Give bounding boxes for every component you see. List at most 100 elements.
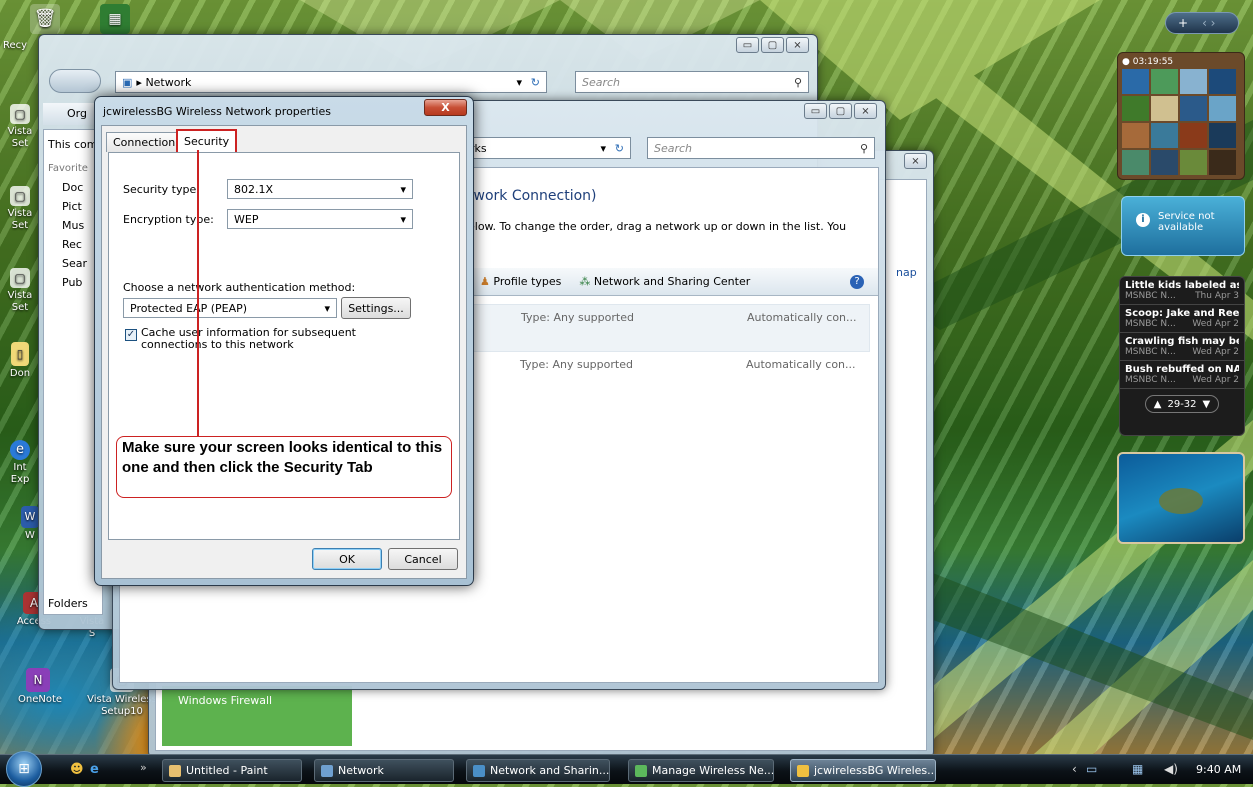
arrow-down-icon[interactable]: ▼: [1203, 399, 1211, 410]
folders-toggle[interactable]: Folders: [48, 597, 88, 610]
annotation-pointer-line: [197, 150, 199, 438]
tray-chevron-icon[interactable]: ‹: [1072, 762, 1077, 776]
search-icon[interactable]: ⚲: [860, 142, 868, 155]
pager-text: 29-32: [1167, 398, 1197, 410]
chevron-right-icon[interactable]: »: [140, 761, 147, 774]
word-icon[interactable]: W W: [20, 506, 40, 542]
close-icon[interactable]: ⨯: [786, 37, 809, 53]
taskbar-button-properties[interactable]: jcwirelessBG Wireles...: [790, 759, 936, 782]
cancel-button[interactable]: Cancel: [388, 548, 458, 570]
taskbar-button-sharing-center[interactable]: Network and Sharin...: [466, 759, 610, 782]
back-forward-buttons[interactable]: [49, 69, 101, 93]
minimize-icon[interactable]: ▭: [804, 103, 827, 119]
vista-setup-icon-3[interactable]: ▢ Vista Set: [0, 268, 40, 314]
news-pager[interactable]: ▲ 29-32 ▼: [1145, 395, 1219, 413]
dialog-body: Connection Security Security type: 802.1…: [101, 125, 467, 579]
close-button[interactable]: X: [424, 99, 467, 116]
minimize-icon[interactable]: ▭: [736, 37, 759, 53]
security-type-select[interactable]: 802.1X ▾: [227, 179, 413, 199]
search-icon[interactable]: ⚲: [794, 76, 802, 89]
news-headline: Bush rebuffed on NA...: [1125, 364, 1239, 375]
close-icon[interactable]: ⨯: [854, 103, 877, 119]
chevron-down-icon[interactable]: ▾: [600, 142, 606, 155]
taskbar-button-manage-wireless[interactable]: Manage Wireless Ne...: [628, 759, 774, 782]
tab-connection[interactable]: Connection: [106, 132, 183, 152]
internet-explorer-icon[interactable]: e: [90, 762, 99, 777]
taskbar-label: Network and Sharin...: [490, 764, 610, 777]
taskbar-button-network[interactable]: Network: [314, 759, 454, 782]
show-desktop-icon[interactable]: ☻: [70, 762, 84, 777]
tray-network-icon[interactable]: ▦: [1132, 762, 1143, 776]
taskbar-label: Untitled - Paint: [186, 764, 268, 777]
properties-icon: [797, 764, 809, 777]
search-placeholder: Search: [654, 141, 693, 155]
internet-explorer-icon[interactable]: e Int Exp: [0, 440, 40, 486]
network-row[interactable]: Type: Any supported Automatically con...: [460, 304, 870, 352]
network-search-input[interactable]: Search ⚲: [575, 71, 809, 93]
recycle-bin-icon[interactable]: 🗑: [30, 4, 60, 36]
news-headline: Little kids labeled as ...: [1125, 280, 1239, 291]
network-type: Type: Any supported: [520, 358, 633, 371]
network-row[interactable]: Type: Any supported Automatically con...: [460, 352, 870, 392]
sharing-center-button[interactable]: ⁂ Network and Sharing Center: [579, 275, 750, 288]
wireless-icon: [635, 764, 647, 777]
ok-button[interactable]: OK: [312, 548, 382, 570]
news-item[interactable]: Little kids labeled as ...MSNBC N... Thu …: [1120, 277, 1244, 305]
wireless-search-input[interactable]: Search ⚲: [647, 137, 875, 159]
sidebar-add-gadget[interactable]: + ‹ ›: [1165, 12, 1239, 34]
maximize-icon[interactable]: ▢: [829, 103, 852, 119]
instruction-callout: Make sure your screen looks identical to…: [116, 436, 452, 498]
auth-method-select[interactable]: Protected EAP (PEAP) ▾: [123, 298, 337, 318]
recycle-bin-label: Recy: [2, 40, 28, 51]
encryption-type-select[interactable]: WEP ▾: [227, 209, 413, 229]
excel-shortcut-icon[interactable]: ▦: [100, 4, 130, 36]
taskbar-button-paint[interactable]: Untitled - Paint: [162, 759, 302, 782]
plus-icon: +: [1178, 16, 1189, 30]
tab-security[interactable]: Security: [176, 129, 238, 152]
vista-setup-icon-1[interactable]: ▢ Vista Set: [0, 104, 40, 150]
tray-volume-icon[interactable]: ◀): [1164, 762, 1178, 776]
network-address-bar[interactable]: ▣ ▸ Network ▾ ↻: [115, 71, 547, 93]
chevron-down-icon: ▾: [400, 212, 406, 226]
document-icon[interactable]: ▯ Don: [0, 342, 40, 380]
windows-firewall-item[interactable]: Windows Firewall: [162, 686, 352, 746]
word-label: W: [25, 530, 35, 541]
onenote-icon[interactable]: N OneNote: [18, 668, 62, 706]
auth-method-value: Protected EAP (PEAP): [130, 301, 248, 315]
arrow-up-icon[interactable]: ▲: [1154, 399, 1162, 410]
taskbar-label: jcwirelessBG Wireles...: [814, 764, 936, 777]
network-type: Type: Any supported: [521, 311, 634, 324]
news-item[interactable]: Crawling fish may be...MSNBC N... Wed Apr…: [1120, 333, 1244, 361]
news-item[interactable]: Scoop: Jake and Ree... MSNBC N... Wed Apr …: [1120, 305, 1244, 333]
news-source: MSNBC N...: [1125, 291, 1176, 301]
slideshow-gadget[interactable]: ● 03:19:55: [1117, 52, 1245, 180]
tray-clock[interactable]: 9:40 AM: [1196, 763, 1241, 776]
weather-gadget[interactable]: i Service not available: [1121, 196, 1245, 256]
chevron-left-icon: ‹ ›: [1202, 16, 1216, 30]
picture-gadget[interactable]: [1117, 452, 1245, 544]
news-source: MSNBC N...: [1125, 375, 1176, 385]
vista-setup-icon-2[interactable]: ▢ Vista Set: [0, 186, 40, 232]
refresh-icon[interactable]: ↻: [531, 76, 540, 89]
puzzle-tiles[interactable]: [1122, 69, 1240, 175]
tray-computer-icon[interactable]: ▭: [1086, 762, 1097, 776]
maximize-icon[interactable]: ▢: [761, 37, 784, 53]
news-gadget[interactable]: Little kids labeled as ...MSNBC N...Thu …: [1119, 276, 1245, 436]
chevron-down-icon[interactable]: ▾: [516, 76, 522, 89]
settings-button[interactable]: Settings...: [341, 297, 411, 319]
wireless-properties-dialog[interactable]: jcwirelessBG Wireless Network properties…: [94, 96, 474, 586]
news-headline: Scoop: Jake and Ree...: [1125, 308, 1239, 319]
network-mode: Automatically con...: [747, 311, 857, 324]
sharing-center-icon: [473, 764, 485, 777]
refresh-icon[interactable]: ↻: [615, 142, 624, 155]
encryption-type-value: WEP: [234, 212, 259, 226]
search-placeholder: Search: [582, 75, 621, 89]
news-item[interactable]: Bush rebuffed on NA...MSNBC N... Wed Apr …: [1120, 361, 1244, 389]
close-icon[interactable]: ⨯: [904, 153, 927, 169]
cache-checkbox[interactable]: ✓: [125, 329, 137, 341]
profile-types-button[interactable]: ♟ Profile types: [480, 275, 561, 288]
news-date: Wed Apr 2: [1192, 375, 1239, 385]
help-icon[interactable]: ?: [850, 274, 864, 289]
map-link[interactable]: nap: [896, 266, 917, 279]
start-button[interactable]: ⊞: [6, 751, 42, 787]
